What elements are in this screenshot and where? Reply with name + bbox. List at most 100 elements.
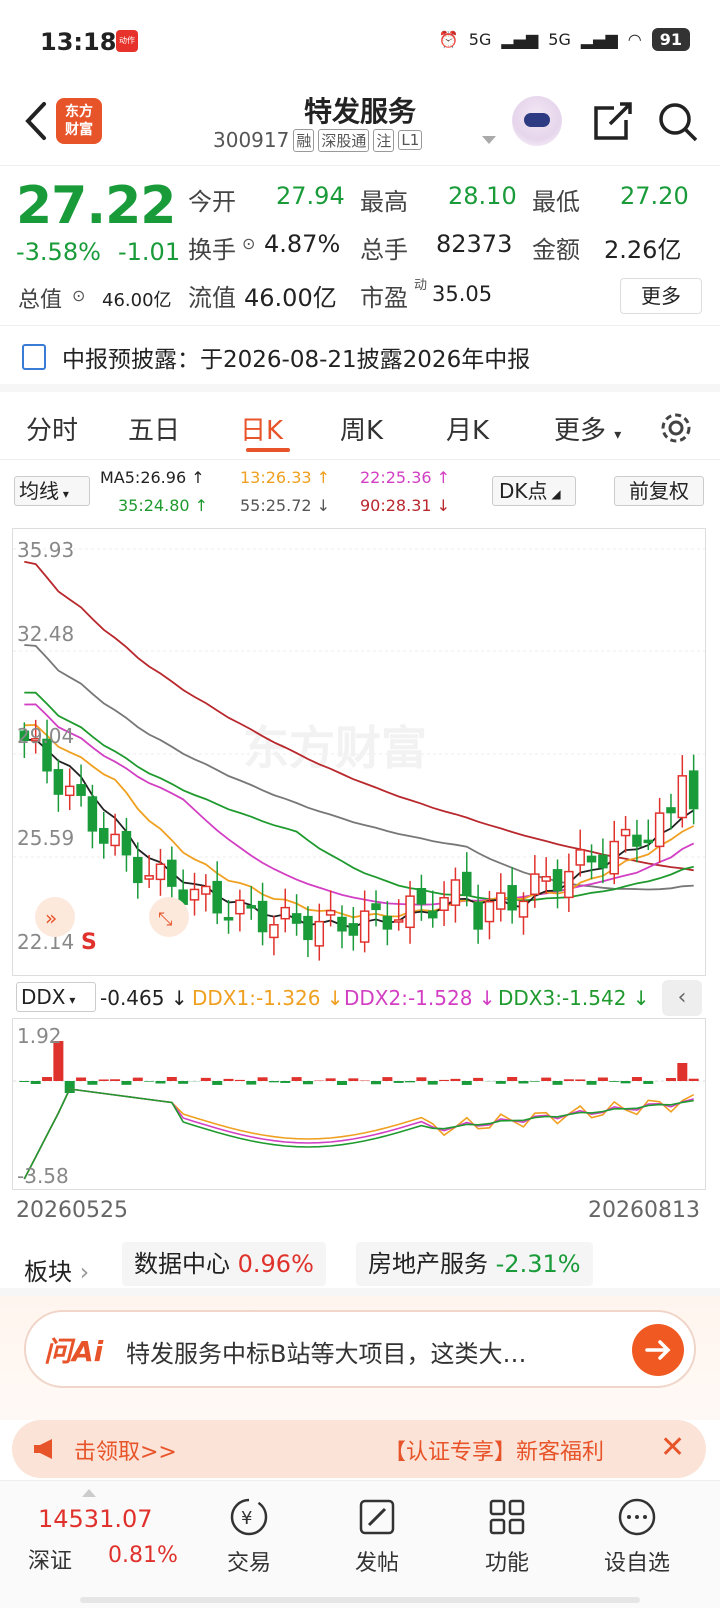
candle-body: [462, 871, 472, 896]
index-value[interactable]: 14531.07: [38, 1505, 153, 1533]
ddx-legend: DDX ▾ -0.465 ↓ DDX1:-1.326 ↓ DDX2:-1.528…: [12, 978, 706, 1018]
nav-trade[interactable]: ¥ 交易: [204, 1497, 294, 1577]
candle-body: [235, 899, 245, 915]
wifi-icon: ◠: [627, 30, 642, 49]
ddx3-value: DDX3:-1.542 ↓: [498, 986, 650, 1010]
ddx-chart[interactable]: 1.92 -3.58: [12, 1018, 706, 1190]
info-icon[interactable]: ⊙: [72, 286, 85, 305]
tab-monthly-k[interactable]: 月K: [446, 410, 489, 447]
candle-body: [223, 917, 234, 921]
index-expand-icon[interactable]: [82, 1489, 96, 1497]
ddx-bar: [30, 1081, 41, 1084]
candle-body: [632, 834, 642, 847]
kline-chart[interactable]: 东方财富 35.93 32.48 29.04 25.59 22.14 S » ⤡: [12, 528, 706, 976]
svg-text:⤡: ⤡: [158, 909, 172, 930]
price-adjust-button[interactable]: 前复权: [614, 476, 704, 506]
ai-go-button[interactable]: [632, 1324, 684, 1376]
notice-text: 中报预披露：于2026-08-21披露2026年中报: [62, 347, 531, 373]
candle-body: [269, 924, 279, 939]
tab-daily-k[interactable]: 日K: [240, 410, 283, 447]
ddx-bar: [450, 1078, 461, 1081]
candle-body: [144, 875, 154, 880]
amount-label: 金额: [532, 236, 580, 264]
ddx-bar: [291, 1077, 302, 1081]
ai-assistant-icon[interactable]: [512, 96, 562, 146]
date-start: 20260525: [16, 1198, 128, 1223]
date-end: 20260813: [588, 1198, 700, 1223]
ddx1-line: [23, 1088, 695, 1180]
ddx-select[interactable]: DDX ▾: [16, 982, 96, 1012]
tab-intraday[interactable]: 分时: [26, 410, 78, 447]
index-name: 深证: [28, 1549, 73, 1574]
info-icon[interactable]: ⊙: [242, 234, 255, 253]
candle-body: [552, 869, 563, 892]
notice-bar[interactable]: 中报预披露：于2026-08-21披露2026年中报: [0, 326, 720, 392]
ddx-bar: [461, 1081, 472, 1085]
ddx-bar: [643, 1081, 654, 1084]
stock-code-line[interactable]: 300917 融 深股通 注 L1: [213, 128, 423, 152]
candle-body: [518, 900, 529, 918]
ddx-bar: [166, 1077, 177, 1081]
signal-5g-1: 5G: [468, 30, 492, 49]
ma-select[interactable]: 均线 ▾: [14, 476, 90, 506]
volume-label: 总手: [360, 236, 408, 264]
ddx-bar: [427, 1081, 438, 1085]
more-button[interactable]: 更多: [620, 278, 702, 314]
ddx-bar: [42, 1077, 53, 1081]
y-axis-label-top: 35.93: [17, 538, 74, 562]
stock-code: 300917: [213, 128, 290, 152]
candle-body: [541, 875, 551, 882]
ddx-bar: [529, 1081, 540, 1082]
collapse-panel-icon[interactable]: ‹: [662, 980, 702, 1016]
ddx-bar: [76, 1077, 87, 1081]
ddx-bar: [155, 1081, 166, 1084]
candle-body: [439, 897, 449, 911]
candle-body: [99, 827, 109, 844]
nav-add-watchlist[interactable]: 设自选: [592, 1497, 682, 1577]
close-icon[interactable]: ✕: [660, 1430, 685, 1465]
nav-post[interactable]: 发帖: [332, 1497, 422, 1577]
battery-level: 91: [651, 28, 690, 51]
sector-chip-real-estate[interactable]: 房地产服务 -2.31%: [356, 1242, 593, 1286]
float-cap-label: 流值: [188, 284, 236, 312]
ddx-bar: [597, 1077, 608, 1081]
ma55-value: 55:25.72 ↓: [240, 496, 331, 515]
candle-body: [382, 915, 393, 930]
turnover-label: 换手: [188, 236, 236, 264]
promo-banner[interactable]: 击领取>> 【认证专享】新客福利 ✕: [12, 1420, 706, 1478]
search-icon[interactable]: [656, 100, 700, 144]
chevron-down-icon[interactable]: [482, 136, 496, 144]
candle-body: [280, 906, 291, 920]
candle-body: [416, 888, 427, 905]
market-cap-value: 46.00亿: [102, 290, 172, 311]
ma22-value: 22:25.36 ↑: [360, 468, 451, 487]
sell-signal-marker: S: [81, 930, 97, 955]
candle-body: [76, 784, 86, 796]
high-value: 28.10: [448, 182, 517, 210]
candle-body: [564, 870, 574, 899]
signal-5g-2: 5G: [548, 30, 571, 49]
tab-more[interactable]: 更多 ▾: [554, 410, 621, 447]
candle-body: [609, 840, 619, 875]
tag-registration: 注: [373, 128, 395, 152]
sector-label[interactable]: 板块 ›: [24, 1252, 89, 1287]
ddx-bar: [212, 1081, 223, 1085]
dk-point-select[interactable]: DK点 ◢: [492, 476, 576, 506]
dropdown-arrow-icon: ▾: [614, 427, 622, 443]
high-label: 最高: [360, 188, 408, 216]
candle-body: [405, 895, 415, 929]
y-axis-label-4: 25.59: [17, 826, 74, 850]
sector-chip-data-center[interactable]: 数据中心 0.96%: [122, 1242, 326, 1286]
tab-weekly-k[interactable]: 周K: [340, 410, 383, 447]
tab-five-day[interactable]: 五日: [128, 410, 180, 447]
ai-question-bar[interactable]: 问Ai 特发服务中标B站等大项目，这类大…: [24, 1310, 696, 1388]
share-icon[interactable]: [590, 100, 634, 144]
candle-body: [473, 901, 483, 930]
candle-body: [450, 879, 461, 906]
ddx-bar: [121, 1081, 132, 1085]
gear-icon[interactable]: [658, 410, 694, 446]
ddx-bar: [416, 1077, 427, 1081]
ma-legend: 均线 ▾ MA5:26.96 ↑ 13:26.33 ↑ 22:25.36 ↑ 3…: [0, 462, 720, 524]
ddx-bar: [336, 1081, 347, 1085]
nav-functions[interactable]: 功能: [462, 1497, 552, 1577]
